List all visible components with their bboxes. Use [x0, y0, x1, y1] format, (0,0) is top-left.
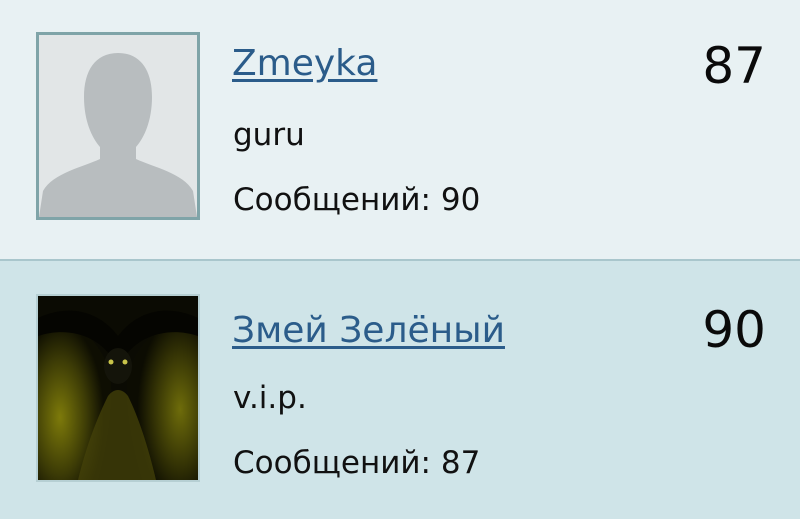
post-count-value: 87 [440, 445, 481, 481]
user-rank: v.i.p. [233, 380, 307, 416]
user-row: Змей Зелёный v.i.p. Сообщений: 87 90 [0, 259, 800, 519]
post-count-label: Сообщений: [233, 182, 431, 218]
post-count-label: Сообщений: [233, 445, 431, 481]
post-count: Сообщений: 90 [233, 180, 480, 220]
avatar[interactable] [36, 32, 200, 220]
user-list: Zmeyka guru Сообщений: 90 87 Змей Зелёны… [0, 0, 800, 519]
user-row: Zmeyka guru Сообщений: 90 87 [0, 0, 800, 259]
score-value: 87 [702, 37, 766, 95]
username-link[interactable]: Zmeyka [232, 42, 377, 86]
score-value: 90 [702, 301, 766, 359]
user-rank: guru [233, 117, 305, 153]
username-link[interactable]: Змей Зелёный [232, 309, 505, 353]
post-count: Сообщений: 87 [233, 443, 480, 483]
post-count-value: 90 [440, 182, 481, 218]
default-user-silhouette-icon [39, 35, 197, 217]
green-snake-avatar-icon [38, 296, 198, 480]
avatar[interactable] [36, 294, 200, 482]
